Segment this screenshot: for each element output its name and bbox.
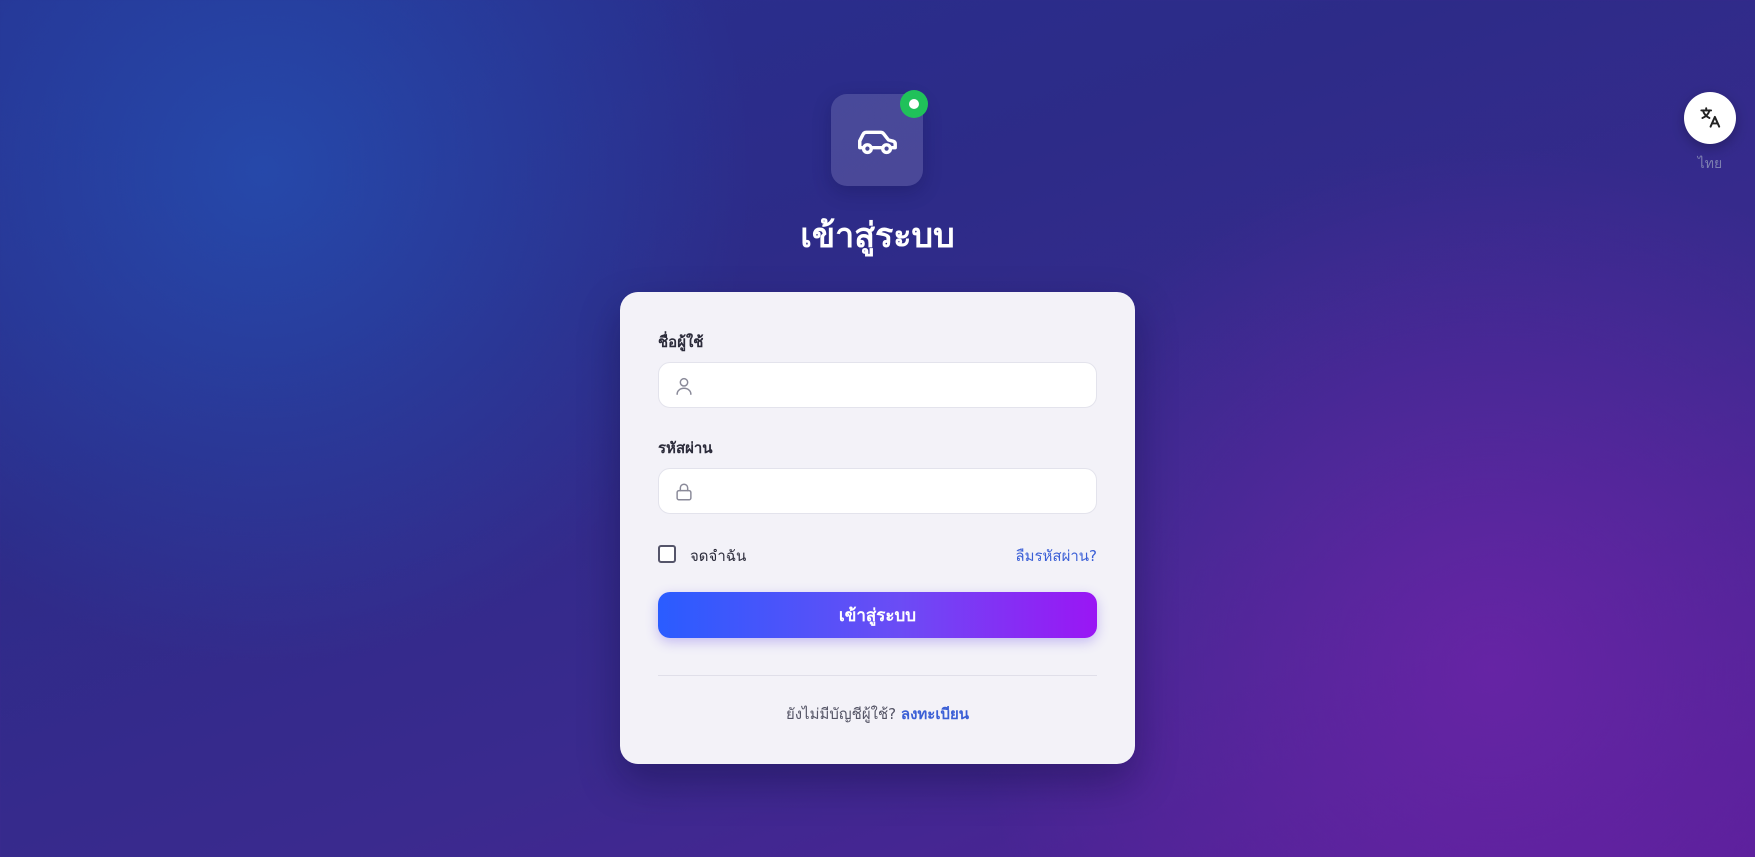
page-title: เข้าสู่ระบบ — [800, 216, 955, 256]
password-input[interactable] — [707, 469, 1091, 515]
user-icon — [676, 377, 692, 395]
password-label: รหัสผ่าน — [658, 439, 713, 457]
lock-icon — [676, 483, 692, 501]
username-label: ชื่อผู้ใช้ — [658, 333, 704, 351]
remember-row: จดจำฉัน ลืมรหัสผ่าน? — [658, 542, 1097, 568]
login-card: ชื่อผู้ใช้ รหัสผ่าน จดจำฉัน ลืมรหัสผ่าน?… — [620, 292, 1135, 764]
signup-row: ยังไม่มีบัญชีผู้ใช้? ลงทะเบียน — [620, 702, 1135, 726]
login-button[interactable]: เข้าสู่ระบบ — [658, 592, 1097, 638]
register-link[interactable]: ลงทะเบียน — [901, 705, 969, 723]
translate-icon — [1700, 107, 1721, 128]
password-field — [658, 468, 1097, 515]
language-label: ไทย — [1697, 156, 1723, 172]
username-field — [658, 362, 1097, 409]
language-switch-button[interactable] — [1684, 92, 1736, 144]
online-status-indicator — [900, 90, 928, 118]
remember-label[interactable]: จดจำฉัน — [690, 544, 746, 568]
status-dot-center — [909, 99, 919, 109]
remember-checkbox[interactable] — [658, 545, 676, 563]
car-icon — [858, 130, 897, 155]
forgot-password-link[interactable]: ลืมรหัสผ่าน? — [1015, 544, 1097, 568]
username-input[interactable] — [707, 363, 1091, 409]
signup-prompt: ยังไม่มีบัญชีผู้ใช้? — [785, 705, 897, 723]
divider — [658, 675, 1097, 676]
